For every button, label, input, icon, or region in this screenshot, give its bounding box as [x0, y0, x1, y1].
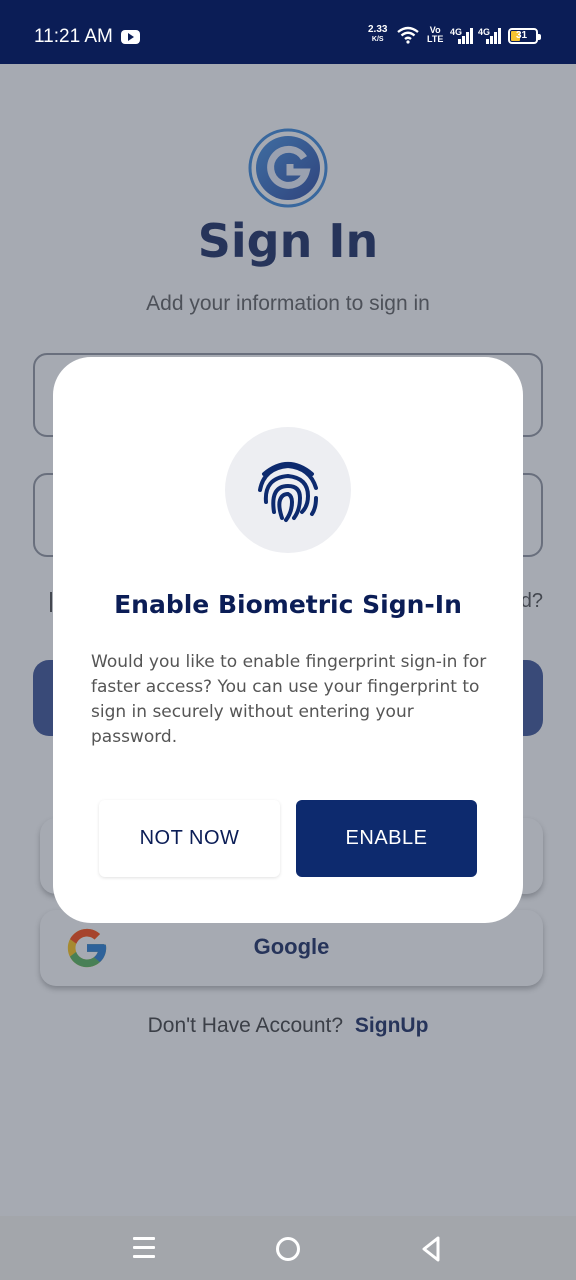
network-speed-value: 2.33 — [368, 24, 388, 35]
signal-icon: 4G — [450, 27, 474, 50]
menu-icon[interactable] — [133, 1237, 155, 1259]
signal-icon: 4G — [478, 27, 502, 50]
enable-button[interactable]: ENABLE — [296, 800, 477, 877]
youtube-icon — [121, 30, 140, 44]
wifi-icon — [397, 26, 419, 44]
dialog-message: Would you like to enable fingerprint sig… — [91, 652, 487, 747]
fingerprint-badge — [225, 427, 351, 553]
signal-type: 4G — [450, 27, 463, 37]
back-icon[interactable] — [421, 1236, 441, 1262]
not-now-button[interactable]: NOT NOW — [99, 800, 280, 877]
battery-level: 31 — [516, 30, 528, 41]
fingerprint-icon — [258, 462, 318, 522]
biometric-dialog: Enable Biometric Sign-In Would you like … — [53, 357, 523, 923]
system-nav-bar — [0, 1216, 576, 1280]
volte-indicator: Vo LTE — [427, 26, 443, 44]
volte-bottom: LTE — [427, 34, 444, 44]
network-speed: 2.33 K/S — [368, 25, 387, 45]
status-time: 11:21 AM — [34, 26, 113, 47]
dialog-title: Enable Biometric Sign-In — [114, 590, 462, 619]
status-bar: 11:21 AM 2.33 K/S Vo LTE 4G 4G 31 — [0, 0, 576, 64]
signal-type: 4G — [478, 27, 491, 37]
network-speed-unit: K/S — [371, 36, 384, 43]
home-icon[interactable] — [276, 1237, 300, 1261]
battery-icon: 31 — [508, 28, 541, 44]
